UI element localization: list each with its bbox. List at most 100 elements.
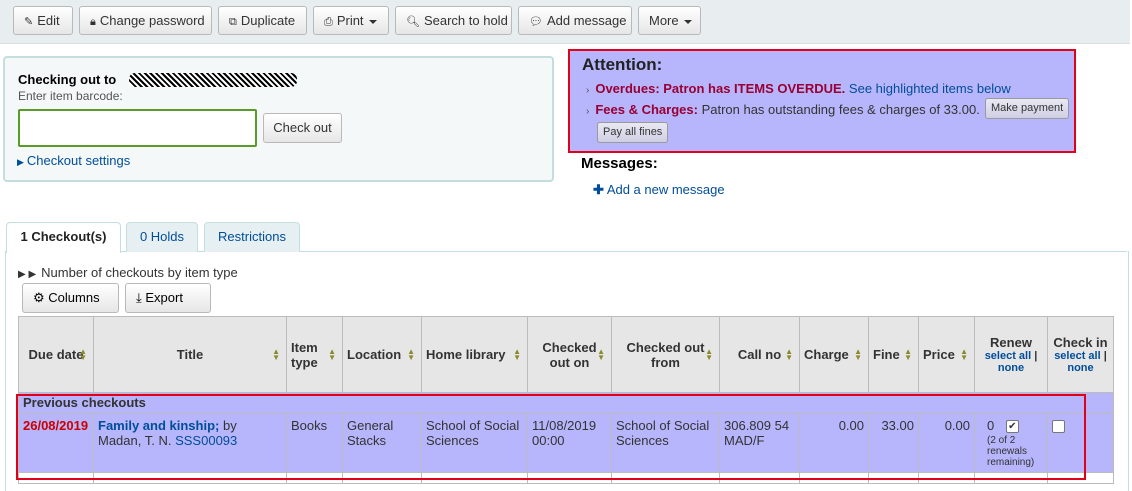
barcode-input[interactable] [18,109,257,147]
sort-icon: ▲ ▼ [904,346,912,362]
checkin-select-none-link[interactable]: none [1067,362,1093,374]
sort-icon: ▲ ▼ [854,346,862,362]
lock-icon: 🔒︎ [90,16,96,28]
copy-icon: ⧉ [229,16,237,28]
sort-icon: ▲ ▼ [513,346,521,362]
renew-select-controls: select all | none [984,350,1038,374]
group-row-previous-checkouts: Previous checkouts [18,392,1114,414]
caret-down-icon [368,19,377,24]
col-location[interactable]: Location ▲ ▼ [342,316,422,393]
comment-icon: 💬︎ [529,16,543,28]
title-cell: Family and kinship; by Madan, T. N. SSS0… [93,412,287,474]
fees-line: › Fees & Charges: Patron has outstanding … [586,102,980,117]
col-call-no[interactable]: Call no ▲ ▼ [719,316,800,393]
attention-title: Attention: [582,55,663,74]
search-icon: 🔍︎ [406,16,420,28]
checkout-title: Checking out to [18,72,117,87]
printer-icon: ⎙ [324,16,333,28]
tab-checkouts[interactable]: 1 Checkout(s) [6,222,121,253]
checkout-button[interactable]: Check out [263,113,342,143]
sort-icon: ▲ ▼ [272,346,280,362]
col-fine[interactable]: Fine ▲ ▼ [868,316,919,393]
price-cell: 0.00 [918,412,975,474]
sort-icon: ▲ ▼ [407,346,415,362]
checked-out-from-cell: School of Social Sciences [611,412,720,474]
renewals-remaining: (2 of 2 renewals remaining) [987,435,1035,469]
table-header-row: Due date ▲ ▼ Title ▲ ▼ Item type ▲ ▼ Location ▲… [18,316,1114,393]
change-password-button[interactable]: 🔒︎ Change password [79,6,212,35]
item-type-cell: Books [286,412,343,474]
charge-cell: 0.00 [799,412,869,474]
pencil-icon: ✎ [24,16,34,28]
sort-icon: ▲ ▼ [79,346,87,362]
sort-icon: ▲ ▼ [960,346,968,362]
col-renew: Renew select all | none [974,316,1048,393]
location-cell: General Stacks [342,412,422,474]
add-message-button[interactable]: 💬︎ Add message [518,6,632,35]
highlighted-items-link[interactable]: See highlighted items below [849,81,1011,96]
bullet-icon: › [586,85,590,96]
checkin-select-controls: select all | none [1054,350,1107,374]
due-date-cell: 26/08/2019 [18,412,94,474]
checkin-checkbox[interactable] [1052,420,1065,434]
home-library-cell: School of Social Sciences [421,412,528,474]
group-label: Previous checkouts [18,392,1114,414]
gear-icon: ⚙ [33,290,45,305]
col-charge[interactable]: Charge ▲ ▼ [799,316,869,393]
renew-cell: 0 ✔ (2 of 2 renewals remaining) [974,412,1048,474]
checkouts-table: Due date ▲ ▼ Title ▲ ▼ Item type ▲ ▼ Location ▲… [18,316,1114,485]
pay-all-fines-button[interactable]: Pay all fines [597,122,669,143]
tab-restrictions[interactable]: Restrictions [204,222,300,252]
checkout-panel: Checking out to Enter item barcode: Chec… [3,56,554,182]
sort-icon: ▲ ▼ [705,346,713,362]
redacted-patron-name [129,73,297,87]
bullet-icon: › [586,106,590,117]
renew-checkbox[interactable]: ✔ [1005,420,1019,434]
export-button[interactable]: ⤓ Export [125,283,211,313]
check-in-cell [1047,412,1114,474]
sort-icon: ▲ ▼ [597,346,605,362]
col-check-in: Check in select all | none [1047,316,1114,393]
download-icon: ⤓ [136,290,142,305]
call-no-cell: 306.809 54 MAD/F [719,412,800,474]
columns-button[interactable]: ⚙ Columns [22,283,119,313]
title-link[interactable]: Family and kinship; [98,418,219,433]
edit-button[interactable]: ✎ Edit [13,6,73,35]
col-home-library[interactable]: Home library ▲ ▼ [421,316,528,393]
sort-icon: ▲ ▼ [328,346,336,362]
more-button[interactable]: More [638,6,701,35]
checkin-select-all-link[interactable]: select all [1054,350,1100,362]
table-row [18,472,1114,485]
renew-count: 0 [987,418,995,433]
duplicate-button[interactable]: ⧉ Duplicate [218,6,307,35]
print-button[interactable]: ⎙ Print [313,6,389,35]
add-new-message-link[interactable]: ✚ Add a new message [593,182,725,198]
make-payment-button[interactable]: Make payment [985,98,1070,119]
caret-down-icon [683,19,692,24]
col-price[interactable]: Price ▲ ▼ [918,316,975,393]
plus-icon: ✚ [593,182,604,197]
col-checked-out-on[interactable]: Checked out on ▲ ▼ [527,316,612,393]
overdues-line: › Overdues: Patron has ITEMS OVERDUE. See… [586,81,1011,96]
col-item-type[interactable]: Item type ▲ ▼ [286,316,343,393]
caret-right-icon: ▶ ▶ [18,269,37,280]
renew-select-all-link[interactable]: select all [985,350,1031,362]
table-row: 26/08/2019 Family and kinship; by Madan,… [18,412,1114,474]
col-checked-out-from[interactable]: Checked out from ▲ ▼ [611,316,720,393]
col-title[interactable]: Title ▲ ▼ [93,316,287,393]
renew-select-none-link[interactable]: none [998,362,1024,374]
attention-box: Attention: › Overdues: Patron has ITEMS O… [568,49,1076,153]
messages-title: Messages: [581,155,658,172]
col-due-date[interactable]: Due date ▲ ▼ [18,316,94,393]
barcode-hint: Enter item barcode: [18,89,123,103]
checkouts-by-type-toggle[interactable]: ▶ ▶ Number of checkouts by item type [18,265,238,280]
fine-cell: 33.00 [868,412,919,474]
sort-icon: ▲ ▼ [785,346,793,362]
tab-holds[interactable]: 0 Holds [126,222,198,252]
caret-right-icon: ▶ [17,157,24,167]
search-to-hold-button[interactable]: 🔍︎ Search to hold [395,6,512,35]
barcode-link[interactable]: SSS00093 [175,433,237,448]
checked-out-on-cell: 11/08/2019 00:00 [527,412,612,474]
checkout-settings-toggle[interactable]: ▶ Checkout settings [17,153,130,168]
toolbar: ✎ Edit 🔒︎ Change password ⧉ Duplicate ⎙ Prin… [0,0,1130,44]
